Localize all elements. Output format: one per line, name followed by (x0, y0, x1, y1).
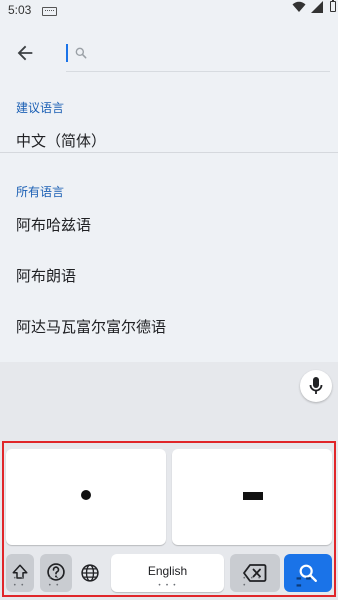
language-item[interactable]: 阿达马瓦富尔富尔德语 (0, 303, 338, 353)
text-cursor (66, 44, 68, 62)
dot-glyph (81, 490, 91, 500)
morse-dot-key[interactable] (6, 449, 166, 545)
language-item-label: 阿布哈兹语 (16, 216, 92, 234)
wifi-icon (292, 1, 306, 12)
key-dots: • • • (157, 582, 178, 589)
search-header (0, 22, 338, 84)
morse-dash-key[interactable] (172, 449, 332, 545)
status-bar: 5:03 (0, 0, 338, 22)
section-divider (0, 152, 338, 153)
shift-key[interactable]: • • • • (6, 554, 34, 592)
search-field[interactable] (66, 38, 330, 72)
space-key[interactable]: English • • • (111, 554, 224, 592)
search-key[interactable]: ▬ ▬ ▬ (284, 554, 332, 592)
key-dots: • • • • (48, 575, 60, 589)
globe-key[interactable] (76, 554, 104, 592)
arrow-back-icon[interactable] (14, 42, 36, 64)
status-time: 5:03 (8, 3, 32, 17)
language-item-label: 阿达马瓦富尔富尔德语 (16, 318, 167, 336)
dash-glyph (243, 492, 263, 500)
mic-button[interactable] (300, 370, 332, 402)
search-icon (75, 47, 87, 59)
language-item[interactable]: 阿布朗语 (0, 252, 338, 302)
search-input[interactable] (92, 40, 326, 68)
space-key-label: English (147, 564, 188, 578)
help-key[interactable]: • • • • (40, 554, 72, 592)
key-dots: ▬ ▬ ▬ (296, 575, 313, 589)
backspace-key[interactable]: • • • • (230, 554, 280, 592)
keyboard-notification-icon (42, 7, 57, 16)
suggested-languages-heading: 建议语言 (16, 101, 65, 115)
language-item[interactable]: 阿布哈兹语 (0, 201, 338, 251)
mic-icon (309, 377, 323, 394)
language-item-label: 中文（简体） (16, 132, 107, 150)
globe-icon (81, 564, 99, 582)
language-item-label: 阿布朗语 (16, 267, 77, 285)
key-dots: • • • • (13, 575, 25, 589)
battery-icon (330, 0, 336, 12)
key-dots: • • • • (242, 575, 262, 589)
all-languages-heading: 所有语言 (16, 185, 65, 199)
language-item[interactable]: 中文（简体） (0, 117, 338, 167)
signal-icon (311, 1, 323, 13)
